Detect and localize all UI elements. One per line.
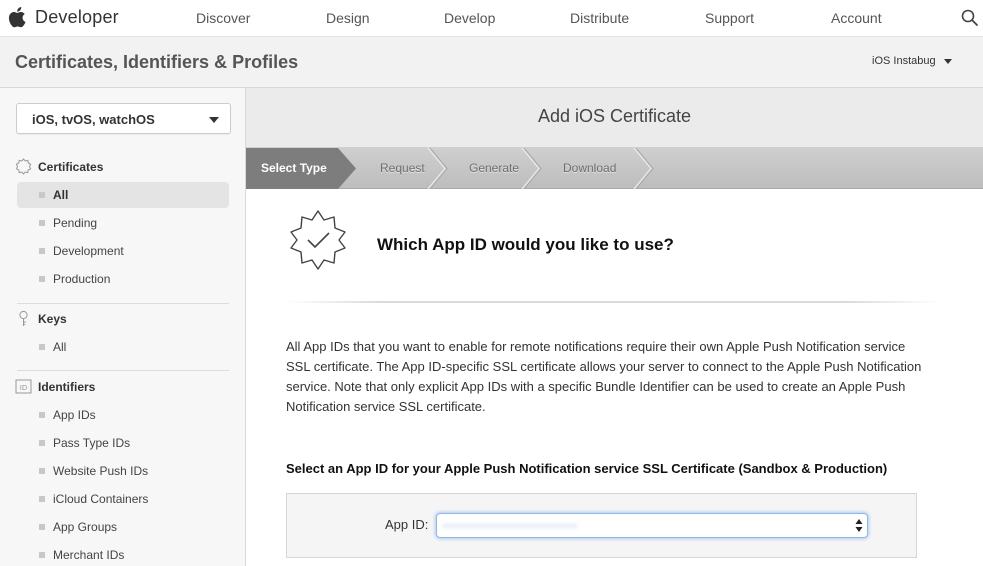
sidebar-section-title: Keys — [38, 311, 67, 326]
question-heading: Which App ID would you like to use? — [377, 235, 674, 254]
sidebar-item-label: All — [53, 188, 69, 202]
bullet-icon — [39, 412, 45, 418]
select-appid-heading: Select an App ID for your Apple Push Not… — [286, 461, 888, 476]
platform-select-value: iOS, tvOS, watchOS — [32, 112, 155, 127]
step-download: Download — [563, 161, 617, 175]
bullet-icon — [39, 220, 45, 226]
sidebar-section-identifiers: ID Identifiers — [15, 378, 95, 395]
sidebar-item-website-push-ids[interactable]: Website Push IDs — [17, 458, 229, 484]
apple-logo-icon — [8, 7, 26, 28]
page-section-title: Certificates, Identifiers & Profiles — [15, 52, 299, 72]
svg-text:ID: ID — [20, 384, 27, 392]
bullet-icon — [39, 248, 45, 254]
platform-select[interactable]: iOS, tvOS, watchOS — [16, 103, 231, 134]
sidebar-item-label: Production — [53, 272, 111, 286]
sidebar-item-label: App IDs — [53, 408, 96, 422]
sidebar-item-label: iCloud Containers — [53, 492, 149, 506]
appid-label: App ID: — [385, 517, 429, 532]
bullet-icon — [39, 496, 45, 502]
sidebar-divider — [17, 303, 229, 304]
sidebar-section-certificates: Certificates — [15, 158, 103, 175]
chevron-down-icon — [209, 117, 219, 123]
sidebar-item-label: Development — [53, 244, 124, 258]
chevron-down-icon — [943, 58, 952, 64]
wizard-steps: Select Type Request Generate Download — [246, 148, 983, 189]
nav-develop[interactable]: Develop — [444, 10, 495, 26]
sidebar-item-label: Pass Type IDs — [53, 436, 131, 450]
step-select-type: Select Type — [261, 161, 327, 175]
sidebar-item-label: App Groups — [53, 520, 118, 534]
sidebar-section-keys: Keys — [15, 310, 67, 327]
developer-brand[interactable]: Developer — [8, 6, 119, 28]
bullet-icon — [39, 552, 45, 558]
sidebar-item-development[interactable]: Development — [17, 238, 229, 264]
search-icon[interactable] — [961, 9, 979, 27]
sidebar-item-label: Merchant IDs — [53, 548, 125, 562]
nav-support[interactable]: Support — [705, 10, 754, 26]
key-icon — [19, 310, 28, 326]
sidebar-item-production[interactable]: Production — [17, 266, 229, 292]
sidebar-item-pass-type-ids[interactable]: Pass Type IDs — [17, 430, 229, 456]
sidebar-section-title: Identifiers — [38, 379, 96, 394]
bullet-icon — [39, 468, 45, 474]
bullet-icon — [39, 276, 45, 282]
content-area: Which App ID would you like to use? All … — [246, 189, 983, 566]
page-title-bar: Add iOS Certificate — [246, 88, 983, 148]
appid-form-box: App ID: •••••••••••••••••••••••••• — [286, 493, 917, 558]
step-request: Request — [380, 161, 425, 175]
brand-name: Developer — [35, 6, 119, 27]
appid-select[interactable]: •••••••••••••••••••••••••• — [436, 513, 868, 538]
nav-distribute[interactable]: Distribute — [570, 10, 629, 26]
description-text: All App IDs that you want to enable for … — [286, 339, 922, 414]
main-panel: Add iOS Certificate Select Type Request … — [246, 88, 983, 566]
nav-discover[interactable]: Discover — [196, 10, 250, 26]
sidebar-item-certificates-all[interactable]: All — [17, 182, 229, 208]
sidebar-item-label: All — [53, 340, 67, 354]
id-icon: ID — [15, 379, 32, 394]
sidebar: iOS, tvOS, watchOS Certificates All Pend… — [0, 88, 246, 566]
sidebar-item-label: Pending — [53, 216, 98, 230]
select-arrows-icon — [855, 519, 863, 532]
sidebar-item-merchant-ids[interactable]: Merchant IDs — [17, 542, 229, 566]
sidebar-item-pending[interactable]: Pending — [17, 210, 229, 236]
sidebar-item-icloud-containers[interactable]: iCloud Containers — [17, 486, 229, 512]
global-nav: Developer Discover Design Develop Distri… — [0, 0, 983, 37]
section-header: Certificates, Identifiers & Profiles iOS… — [0, 37, 983, 88]
sidebar-item-keys-all[interactable]: All — [17, 334, 229, 360]
appid-select-value: •••••••••••••••••••••••••• — [443, 519, 579, 533]
bullet-icon — [39, 192, 45, 198]
page-title: Add iOS Certificate — [537, 106, 692, 126]
sidebar-section-title: Certificates — [38, 159, 104, 174]
sidebar-item-app-ids[interactable]: App IDs — [17, 402, 229, 428]
bullet-icon — [39, 344, 45, 350]
verified-badge-icon — [290, 210, 346, 270]
team-selector[interactable]: iOS Instabug — [872, 55, 952, 67]
team-name: iOS Instabug — [872, 55, 936, 67]
step-generate: Generate — [469, 161, 520, 175]
content-divider — [286, 301, 941, 303]
sidebar-divider — [17, 370, 229, 371]
certificate-icon — [15, 158, 32, 175]
bullet-icon — [39, 524, 45, 530]
bullet-icon — [39, 440, 45, 446]
sidebar-item-label: Website Push IDs — [53, 464, 149, 478]
nav-account[interactable]: Account — [831, 10, 882, 26]
sidebar-item-app-groups[interactable]: App Groups — [17, 514, 229, 540]
nav-design[interactable]: Design — [326, 10, 370, 26]
